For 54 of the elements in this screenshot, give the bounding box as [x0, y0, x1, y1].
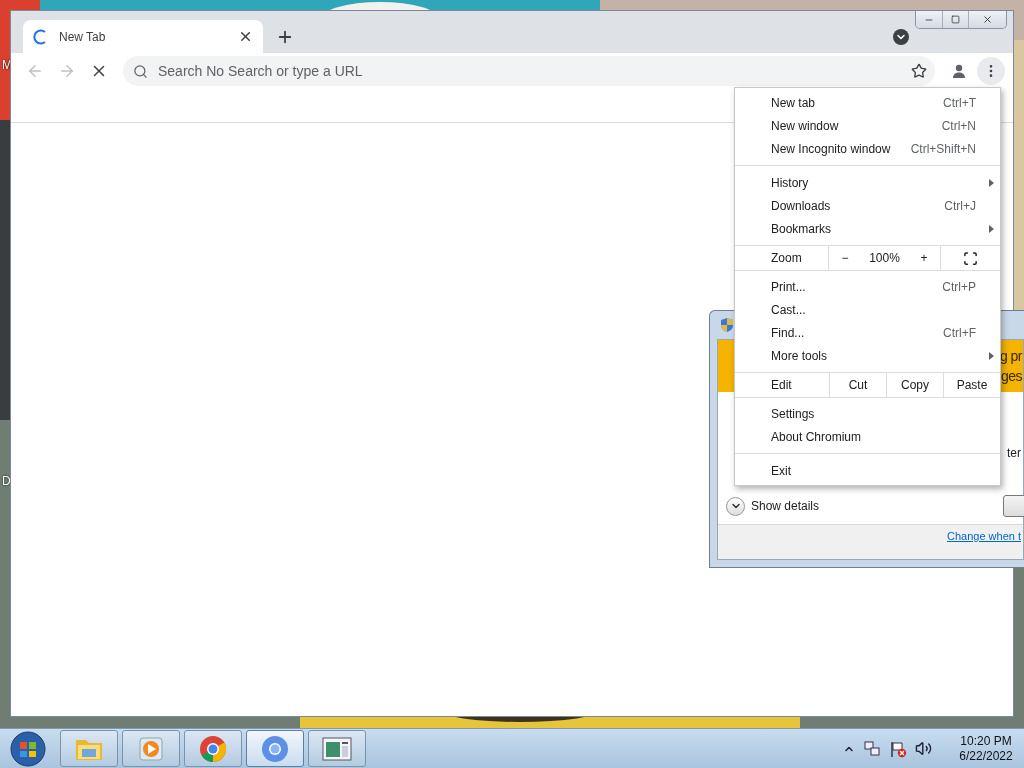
star-icon[interactable] — [911, 63, 927, 79]
search-icon — [133, 63, 148, 79]
close-icon[interactable] — [238, 29, 253, 44]
tab-title: New Tab — [59, 29, 107, 44]
menu-item[interactable]: Print... Ctrl+P — [735, 275, 1000, 298]
show-details-button[interactable]: Show details — [726, 496, 820, 516]
address-bar[interactable]: Search No Search or type a URL — [123, 56, 935, 86]
settings-link[interactable]: Change when t — [947, 530, 1021, 542]
menu-item[interactable]: Exit — [735, 459, 1000, 482]
menu-item[interactable]: New Incognito window Ctrl+Shift+N — [735, 137, 1000, 160]
volume-icon[interactable] — [915, 740, 932, 757]
menu-item[interactable]: History — [735, 171, 1000, 194]
edit-label: Edit — [770, 377, 793, 394]
media-player-icon — [138, 735, 164, 762]
tab-search-button[interactable] — [893, 29, 909, 45]
menu-item[interactable]: Settings — [735, 402, 1000, 425]
network-icon[interactable] — [863, 739, 881, 758]
zoom-value: 100% — [869, 251, 900, 265]
zoom-label: Zoom — [770, 250, 803, 267]
taskbar-app-button[interactable] — [184, 730, 242, 767]
menu-item[interactable]: About Chromium — [735, 425, 1000, 448]
taskbar-app-button[interactable] — [308, 730, 366, 767]
taskbar-app-button[interactable] — [246, 730, 304, 767]
banner-text: g pr — [999, 347, 1022, 366]
zoom-in-button[interactable]: + — [916, 246, 932, 270]
maximize-button[interactable] — [942, 11, 968, 28]
taskbar-app-button[interactable] — [122, 730, 180, 767]
desktop-icon-label: M — [2, 58, 12, 72]
chrome-icon — [199, 734, 227, 763]
chromium-icon — [261, 734, 289, 763]
menu-item[interactable]: Bookmarks — [735, 217, 1000, 240]
close-icon — [982, 14, 993, 25]
menu-item[interactable]: New window Ctrl+N — [735, 114, 1000, 137]
menu-item[interactable]: Cast... — [735, 298, 1000, 321]
chevron-icon — [726, 496, 745, 516]
browser-tab[interactable]: New Tab — [23, 20, 263, 53]
dialog-text: ter — [1007, 446, 1021, 460]
maximize-icon — [951, 15, 960, 24]
flag-icon[interactable] — [889, 739, 907, 758]
fullscreen-icon[interactable] — [962, 250, 978, 266]
menu-item[interactable]: New tab Ctrl+T — [735, 91, 1000, 114]
clock[interactable]: 10:20 PM 6/22/2022 — [954, 733, 1018, 764]
plus-icon — [276, 28, 294, 46]
forward-arrow-icon — [58, 62, 76, 80]
menu-item[interactable]: More tools — [735, 344, 1000, 367]
menu-item[interactable]: Find... Ctrl+F — [735, 321, 1000, 344]
person-icon — [951, 63, 967, 79]
shield-icon — [720, 317, 734, 333]
desktop-icon-label: D — [2, 474, 11, 488]
zoom-out-button[interactable]: − — [837, 246, 853, 270]
window-icon — [322, 736, 352, 761]
start-button[interactable] — [10, 730, 46, 767]
menu-item[interactable]: Downloads Ctrl+J — [735, 194, 1000, 217]
banner-text: ges — [1000, 367, 1022, 386]
